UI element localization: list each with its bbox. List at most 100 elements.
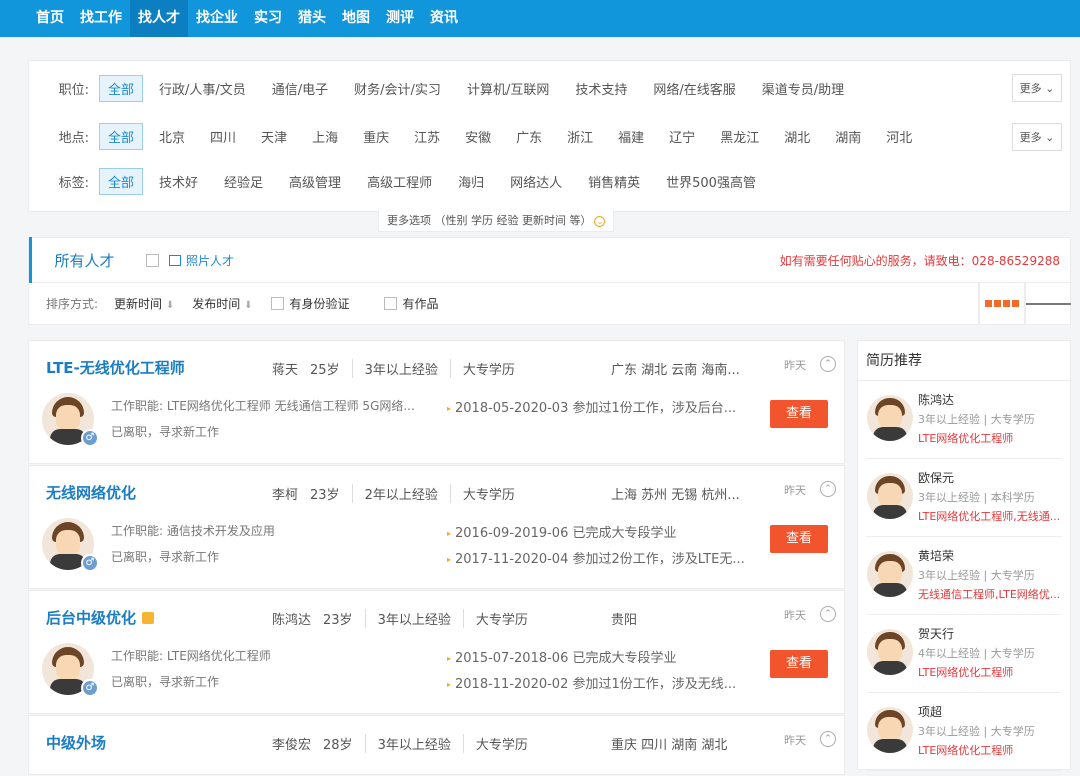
position-filter-option[interactable]: 技术支持 <box>575 79 627 98</box>
tab-photo-talent[interactable]: 照片人才 <box>146 252 234 269</box>
talent-card[interactable]: 后台中级优化 陈鸿达 23岁 3年以上经验 大专学历 贵阳 昨天 ⌃ ♂ 工作职能: L… <box>28 590 845 714</box>
nav-item[interactable]: 地图 <box>334 0 378 37</box>
tags-filter-label: 标签: <box>58 175 89 191</box>
nav-item[interactable]: 猎头 <box>290 0 334 37</box>
position-filter-label: 职位: <box>58 82 89 98</box>
resume-title[interactable]: 中级外场 <box>46 732 106 753</box>
nav-item[interactable]: 实习 <box>246 0 290 37</box>
view-resume-button[interactable]: 查看 <box>770 400 828 428</box>
resume-title[interactable]: 无线网络优化 <box>46 482 136 503</box>
list-view-button[interactable] <box>1024 283 1071 324</box>
photo-talent-label: 照片人才 <box>186 254 235 268</box>
recommend-name[interactable]: 贺天行 <box>918 625 954 642</box>
recommend-info: 3年以上经验 | 大专学历 <box>918 569 1035 582</box>
talent-card[interactable]: 无线网络优化 李柯 23岁 2年以上经验 大专学历 上海 苏州 无锡 杭州...… <box>28 465 845 589</box>
location-filter-row: 地点: 全部 北京 四川 天津 上海 重庆 江苏 安徽 广东 浙江 福建 辽宁 黑龙江 湖北 湖南 河北 <box>29 122 937 150</box>
position-filter-option[interactable]: 网络/在线客服 <box>653 79 735 98</box>
talent-tabbar: 所有人才 照片人才 如有需要任何贴心的服务，请致电：028-86529288 <box>28 237 1071 284</box>
sort-update-time[interactable]: 更新时间 ⬇ <box>114 295 174 312</box>
collapse-icon[interactable]: ⌃ <box>820 481 836 497</box>
location-filter-option[interactable]: 黑龙江 <box>720 127 759 146</box>
tags-filter-option[interactable]: 销售精英 <box>588 172 640 191</box>
position-filter-row: 职位: 全部 行政/人事/文员 通信/电子 财务/会计/实习 计算机/互联网 技术支持 网络/… <box>29 74 870 102</box>
recommend-item[interactable]: 贺天行 4年以上经验 | 大专学历 LTE网络优化工程师 <box>866 615 1062 693</box>
location-filter-option[interactable]: 安徽 <box>465 127 491 146</box>
tags-filter-option[interactable]: 技术好 <box>159 172 198 191</box>
sort-publish-time[interactable]: 发布时间 ⬇ <box>192 295 252 312</box>
position-filter-option[interactable]: 通信/电子 <box>272 79 328 98</box>
location-filter-option[interactable]: 福建 <box>618 127 644 146</box>
hotline-text: 如有需要任何贴心的服务，请致电：028-86529288 <box>779 254 1060 268</box>
more-options-toggle[interactable]: 更多选项 （性别 学历 经验 更新时间 等） ⌄ <box>378 210 615 232</box>
nav-item[interactable]: 找人才 <box>130 0 188 37</box>
resume-title[interactable]: LTE-无线优化工程师 <box>46 357 185 378</box>
nav-item[interactable]: 测评 <box>378 0 422 37</box>
tags-filter-option[interactable]: 海归 <box>458 172 484 191</box>
recommend-name[interactable]: 欧保元 <box>918 469 954 486</box>
photo-talent-checkbox[interactable] <box>146 254 159 267</box>
location-filter-option[interactable]: 浙江 <box>567 127 593 146</box>
nav-item[interactable]: 首页 <box>28 0 72 37</box>
nav-item[interactable]: 资讯 <box>422 0 466 37</box>
candidate-education: 大专学历 <box>449 484 527 503</box>
collapse-icon[interactable]: ⌃ <box>820 731 836 747</box>
location-filter-option[interactable]: 河北 <box>886 127 912 146</box>
talent-card[interactable]: LTE-无线优化工程师 蒋天 25岁 3年以上经验 大专学历 广东 湖北 云南 … <box>28 340 845 464</box>
recommend-job: LTE网络优化工程师 <box>918 744 1014 757</box>
location-filter-option[interactable]: 湖南 <box>835 127 861 146</box>
location-filter-option[interactable]: 四川 <box>210 127 236 146</box>
candidate-name: 陈鸿达 <box>272 613 312 628</box>
tags-filter-option[interactable]: 高级工程师 <box>367 172 432 191</box>
recommend-name[interactable]: 黄培荣 <box>918 547 954 564</box>
avatar <box>867 551 913 597</box>
position-filter-option[interactable]: 全部 <box>99 74 144 102</box>
collapse-icon[interactable]: ⌃ <box>820 356 836 372</box>
recommend-name[interactable]: 项超 <box>918 703 942 720</box>
view-resume-button[interactable]: 查看 <box>770 525 828 553</box>
recommend-item[interactable]: 欧保元 3年以上经验 | 本科学历 LTE网络优化工程师,无线通... <box>866 459 1062 537</box>
tags-filter-option[interactable]: 高级管理 <box>289 172 341 191</box>
recommend-name[interactable]: 陈鸿达 <box>918 391 954 408</box>
position-filter-option[interactable]: 计算机/互联网 <box>467 79 549 98</box>
tab-all-talent[interactable]: 所有人才 <box>29 237 137 284</box>
location-more-button[interactable]: 更多 ⌄ <box>1012 123 1062 151</box>
job-function: 工作职能: LTE网络优化工程师 无线通信工程师 5G网络... <box>111 399 415 413</box>
tags-filter-option[interactable]: 世界500强高管 <box>666 172 756 191</box>
position-more-button[interactable]: 更多 ⌄ <box>1012 74 1062 102</box>
location-filter-option[interactable]: 全部 <box>99 122 144 150</box>
has-works-checkbox[interactable] <box>383 297 397 310</box>
tags-filter-option[interactable]: 经验足 <box>224 172 263 191</box>
candidate-age: 28岁 <box>323 738 353 753</box>
nav-item[interactable]: 找企业 <box>188 0 246 37</box>
job-status: 已离职，寻求新工作 <box>111 550 220 564</box>
position-filter-option[interactable]: 渠道专员/助理 <box>762 79 844 98</box>
location-filter-option[interactable]: 湖北 <box>784 127 810 146</box>
tags-filter-option[interactable]: 网络达人 <box>510 172 562 191</box>
location-filter-option[interactable]: 天津 <box>261 127 287 146</box>
location-filter-option[interactable]: 重庆 <box>363 127 389 146</box>
id-verified-filter[interactable]: 有身份验证 <box>270 295 350 312</box>
location-filter-option[interactable]: 上海 <box>312 127 338 146</box>
avatar <box>867 629 913 675</box>
has-works-filter[interactable]: 有作品 <box>383 295 439 312</box>
candidate-meta: 李柯 23岁 2年以上经验 大专学历 <box>272 484 527 503</box>
id-verified-checkbox[interactable] <box>270 297 284 310</box>
resume-title[interactable]: 后台中级优化 <box>46 607 155 628</box>
location-filter-option[interactable]: 江苏 <box>414 127 440 146</box>
location-filter-option[interactable]: 北京 <box>159 127 185 146</box>
grid-view-button[interactable] <box>978 283 1024 324</box>
view-resume-button[interactable]: 查看 <box>770 650 828 678</box>
tags-filter-option[interactable]: 全部 <box>99 167 144 195</box>
filter-panel: 职位: 全部 行政/人事/文员 通信/电子 财务/会计/实习 计算机/互联网 技术支持 网络/… <box>28 60 1071 212</box>
talent-card[interactable]: 中级外场 李俊宏 28岁 3年以上经验 大专学历 重庆 四川 湖南 湖北 昨天 ⌃ <box>28 715 845 775</box>
recommend-item[interactable]: 黄培荣 3年以上经验 | 大专学历 无线通信工程师,LTE网络优... <box>866 537 1062 615</box>
location-filter-option[interactable]: 辽宁 <box>669 127 695 146</box>
history-item: 2018-05-2020-03 参加过1份工作，涉及后台... <box>447 397 736 416</box>
recommend-item[interactable]: 项超 3年以上经验 | 大专学历 LTE网络优化工程师 <box>866 693 1062 771</box>
nav-item[interactable]: 找工作 <box>72 0 130 37</box>
recommend-item[interactable]: 陈鸿达 3年以上经验 | 大专学历 LTE网络优化工程师 <box>866 381 1062 459</box>
position-filter-option[interactable]: 财务/会计/实习 <box>354 79 441 98</box>
location-filter-option[interactable]: 广东 <box>516 127 542 146</box>
position-filter-option[interactable]: 行政/人事/文员 <box>159 79 246 98</box>
collapse-icon[interactable]: ⌃ <box>820 606 836 622</box>
